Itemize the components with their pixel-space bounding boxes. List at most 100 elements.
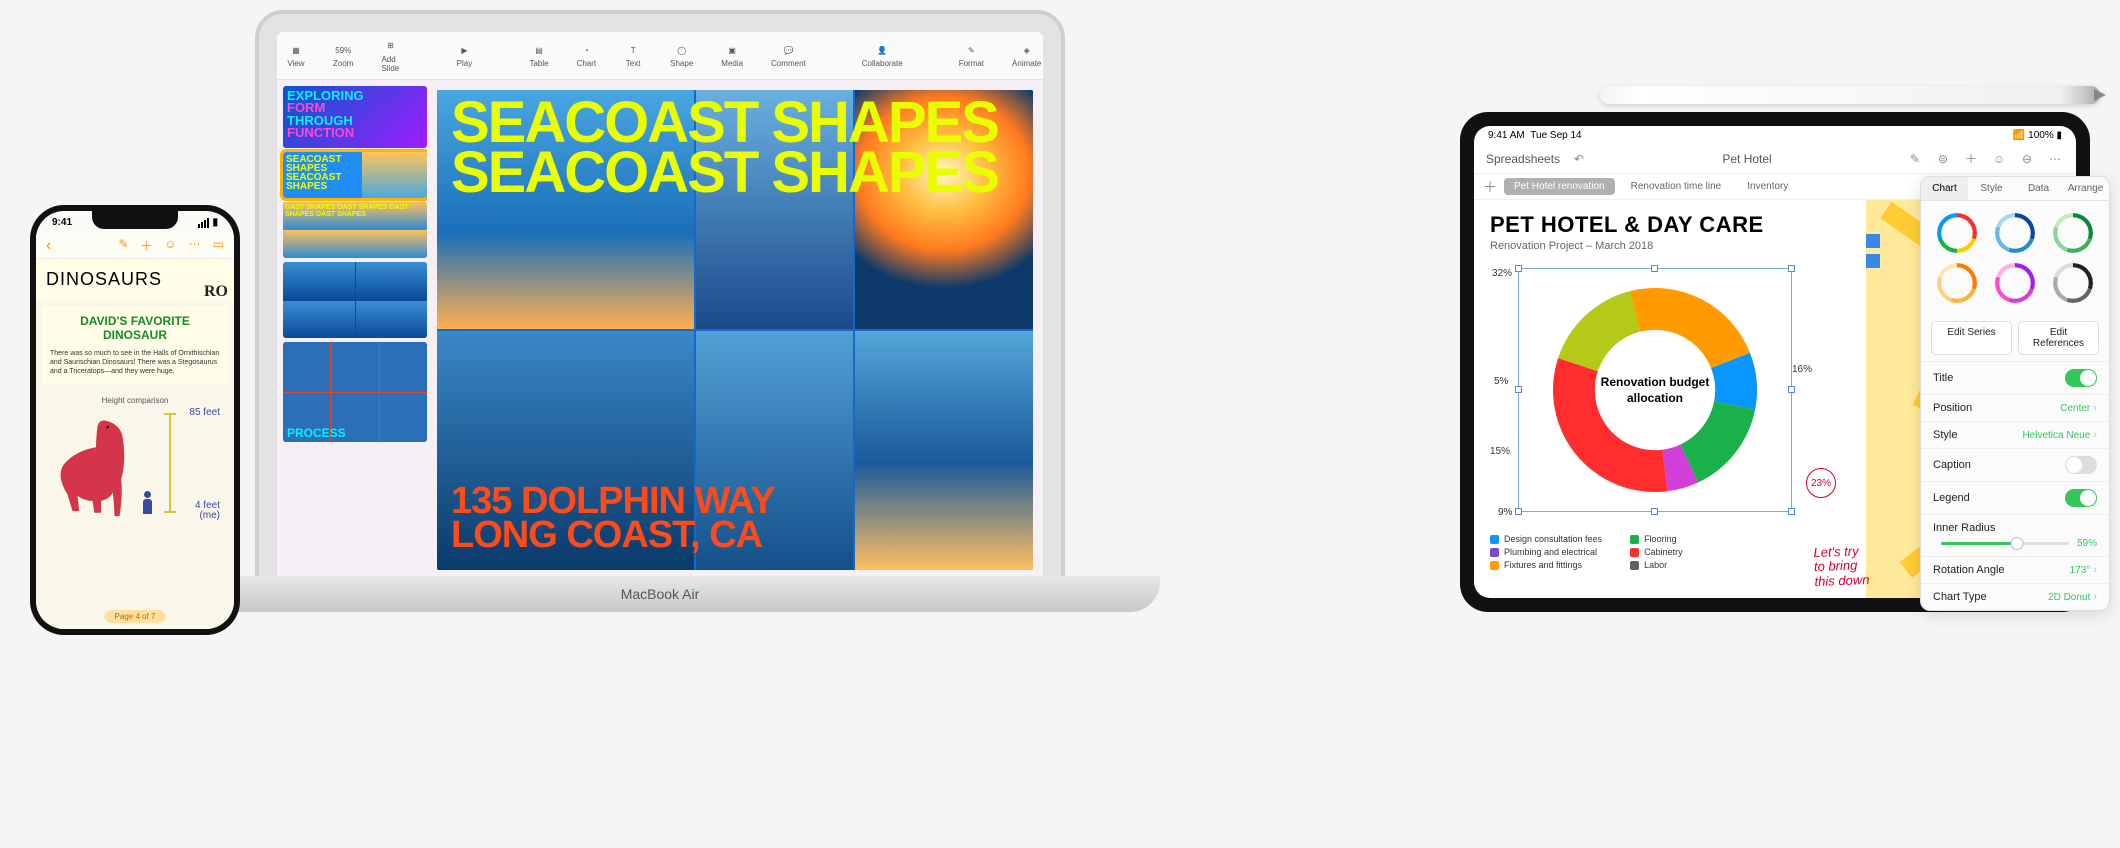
- back-button[interactable]: Spreadsheets: [1486, 152, 1560, 166]
- format-inspector[interactable]: Chart Style Data Arrange Edit Series Edi…: [1920, 176, 2110, 611]
- slide-thumb-3[interactable]: OAST SHAPES OAST SHAPES OAST SHAPES OAST…: [283, 202, 427, 258]
- text-label: Text: [626, 59, 641, 68]
- legend-swatch: [1630, 548, 1639, 557]
- brush-icon: ✎: [962, 43, 980, 57]
- slide-thumb-4[interactable]: [283, 262, 427, 338]
- legend-toggle[interactable]: [2065, 489, 2097, 507]
- add-slide-button[interactable]: ⊞ Add Slide: [381, 39, 399, 73]
- share-icon[interactable]: ☺: [164, 237, 176, 254]
- donut-center-l2: allocation: [1627, 391, 1683, 405]
- slide-navigator[interactable]: EXPLORINGFORMTHROUGHFUNCTION SEACOAST SH…: [277, 80, 427, 580]
- title-row[interactable]: Title: [1921, 361, 2109, 394]
- pages-document[interactable]: DINOSAURS RO DAVID'S FAVORITEDINOSAUR Th…: [36, 259, 234, 629]
- slide[interactable]: SEACOAST SHAPESSEACOAST SHAPES 135 DOLPH…: [437, 90, 1033, 570]
- shape-icon: ◯: [673, 43, 691, 57]
- chevron-right-icon: ›: [2093, 564, 2097, 576]
- media-label: Media: [721, 59, 743, 68]
- legend-row[interactable]: Legend: [1921, 481, 2109, 514]
- keynote-toolbar: ▦View 59%Zoom ⊞ Add Slide ▶Play ▤Table ◔C…: [277, 32, 1043, 80]
- title-toggle[interactable]: [2065, 369, 2097, 387]
- plus-icon: ⊞: [381, 39, 399, 53]
- back-button[interactable]: ‹: [46, 237, 51, 255]
- page-indicator[interactable]: Page 4 of 7: [105, 610, 166, 623]
- animate-button[interactable]: ◈Animate: [1012, 43, 1041, 68]
- collaborate-button[interactable]: 👤Collaborate: [862, 43, 903, 68]
- view-button[interactable]: ▦View: [287, 43, 305, 68]
- inspector-tab-data[interactable]: Data: [2015, 177, 2062, 200]
- legend-item: Flooring: [1630, 534, 1683, 544]
- chevron-right-icon: ›: [2093, 591, 2097, 603]
- inner-radius-slider[interactable]: [1941, 542, 2069, 545]
- caption-row[interactable]: Caption: [1921, 448, 2109, 481]
- chart-button[interactable]: ◔Chart: [577, 43, 597, 68]
- doc-settings-icon[interactable]: ⋯: [2046, 152, 2064, 166]
- position-value: Center: [2060, 403, 2090, 414]
- pct-16: 16%: [1792, 364, 1812, 375]
- undo-icon[interactable]: ↶: [1570, 152, 1588, 166]
- slide-thumb-1[interactable]: EXPLORINGFORMTHROUGHFUNCTION: [283, 86, 427, 148]
- add-sheet-button[interactable]: ＋: [1482, 179, 1498, 195]
- chart-type-row[interactable]: Chart Type2D Donut ›: [1921, 583, 2109, 610]
- preset-1[interactable]: [1937, 213, 1977, 253]
- doc-section: DAVID'S FAVORITEDINOSAUR There was so mu…: [42, 306, 228, 384]
- more-icon[interactable]: ⋯: [189, 237, 201, 254]
- legend-swatch: [1630, 561, 1639, 570]
- preset-2[interactable]: [1995, 213, 2035, 253]
- legend-label: Plumbing and electrical: [1504, 547, 1597, 557]
- text-button[interactable]: TText: [624, 43, 642, 68]
- inspector-tab-style[interactable]: Style: [1968, 177, 2015, 200]
- add-slide-label: Add Slide: [381, 55, 399, 73]
- slide-subtitle[interactable]: 135 DOLPHIN WAYLONG COAST, CA: [451, 484, 775, 552]
- insert-icon[interactable]: ＋: [140, 237, 152, 254]
- notch: [92, 211, 178, 229]
- shape-button[interactable]: ◯Shape: [670, 43, 693, 68]
- media-button[interactable]: ▣Media: [721, 43, 743, 68]
- table-button[interactable]: ▤Table: [529, 43, 548, 68]
- donut-chart[interactable]: Renovation budget allocation 32% 16% 9% …: [1490, 268, 1800, 528]
- collab-icon[interactable]: ☺: [1990, 152, 2008, 166]
- doc-icon[interactable]: ▭: [213, 237, 224, 254]
- legend-label: Legend: [1933, 492, 1970, 504]
- insert-icon[interactable]: ＋: [1962, 150, 1980, 167]
- play-button[interactable]: ▶Play: [455, 43, 473, 68]
- legend-label: Fixtures and fittings: [1504, 560, 1582, 570]
- title-label: Title: [1933, 372, 1953, 384]
- preset-3[interactable]: [2053, 213, 2093, 253]
- pct-9: 9%: [1498, 507, 1512, 518]
- tab-pet-hotel-renovation[interactable]: Pet Hotel renovation: [1504, 178, 1615, 195]
- preset-5[interactable]: [1995, 263, 2035, 303]
- edit-series-button[interactable]: Edit Series: [1931, 321, 2012, 355]
- inspector-tab-arrange[interactable]: Arrange: [2062, 177, 2109, 200]
- legend-swatch: [1490, 535, 1499, 544]
- doc-title[interactable]: Pet Hotel: [1598, 152, 1896, 166]
- format-button[interactable]: ✎Format: [959, 43, 984, 68]
- rotation-row[interactable]: Rotation Angle173° ›: [1921, 556, 2109, 583]
- chart-type-label: Chart Type: [1933, 591, 1987, 603]
- preset-6[interactable]: [2053, 263, 2093, 303]
- zoom-button[interactable]: 59%Zoom: [333, 43, 353, 68]
- donut-center-l1: Renovation budget: [1601, 375, 1710, 389]
- brush-icon[interactable]: ✎: [118, 237, 128, 254]
- more-icon[interactable]: ⊖: [2018, 152, 2036, 166]
- brush-icon[interactable]: ✎: [1906, 152, 1924, 166]
- slide-thumb-5[interactable]: PROCESS: [283, 342, 427, 442]
- edit-references-button[interactable]: Edit References: [2018, 321, 2099, 355]
- inspector-tab-chart[interactable]: Chart: [1921, 177, 1968, 200]
- chart-label: Chart: [577, 59, 597, 68]
- position-row[interactable]: PositionCenter ›: [1921, 394, 2109, 421]
- style-row[interactable]: StyleHelvetica Neue ›: [1921, 421, 2109, 448]
- slide-sub-l2: LONG COAST, CA: [451, 514, 762, 556]
- tab-inventory[interactable]: Inventory: [1737, 178, 1798, 195]
- tab-renovation-time-line[interactable]: Renovation time line: [1621, 178, 1732, 195]
- chevron-right-icon: ›: [2093, 402, 2097, 414]
- slide-thumb-2[interactable]: SEACOAST SHAPES SEACOAST SHAPES: [283, 152, 427, 198]
- comment-button[interactable]: 💬Comment: [771, 43, 806, 68]
- handwriting: RO: [204, 283, 228, 301]
- caption-toggle[interactable]: [2065, 456, 2097, 474]
- macbook-base: MacBook Air: [160, 576, 1160, 612]
- filter-icon[interactable]: ⊜: [1934, 152, 1952, 166]
- preset-4[interactable]: [1937, 263, 1977, 303]
- height-chart: 85 feet 4 feet(me): [46, 405, 224, 525]
- slide-canvas[interactable]: SEACOAST SHAPESSEACOAST SHAPES 135 DOLPH…: [427, 80, 1043, 580]
- slide-title[interactable]: SEACOAST SHAPESSEACOAST SHAPES: [451, 98, 998, 198]
